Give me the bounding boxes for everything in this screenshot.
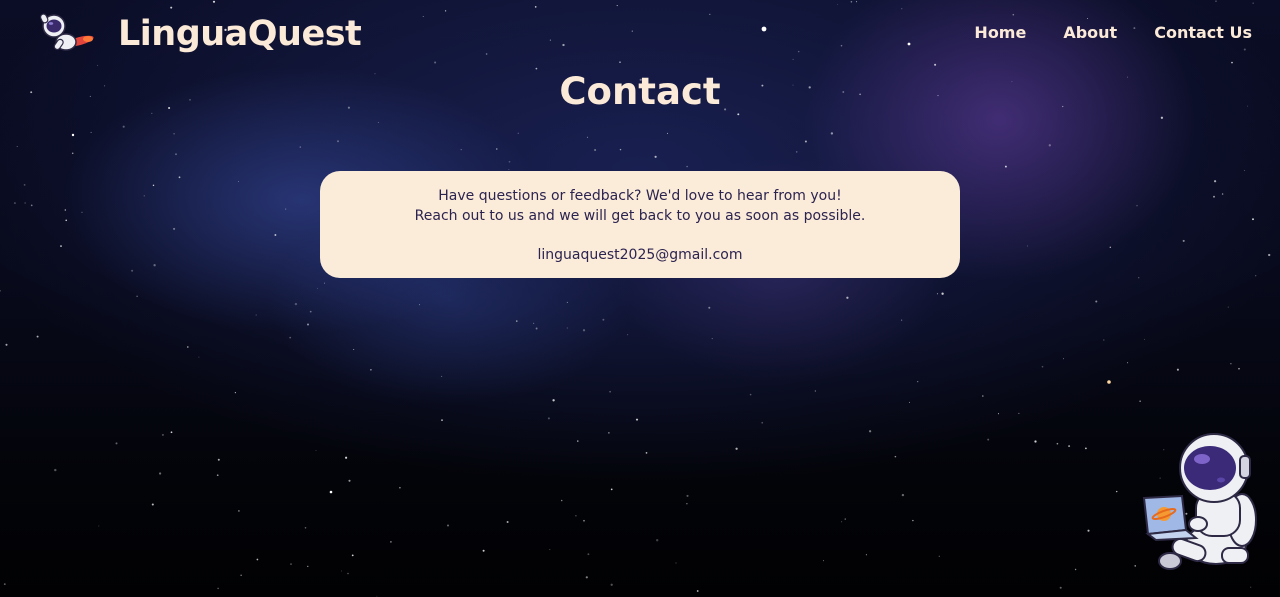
brand-name[interactable]: LinguaQuest <box>118 14 362 54</box>
nav-home-link[interactable]: Home <box>974 23 1026 42</box>
astronaut-rocket-icon <box>39 13 94 51</box>
nav-contact-link[interactable]: Contact Us <box>1154 23 1252 42</box>
page-title: Contact <box>559 70 721 113</box>
contact-card: Have questions or feedback? We'd love to… <box>320 171 960 278</box>
contact-intro-line: Have questions or feedback? We'd love to… <box>438 188 842 204</box>
contact-email[interactable]: linguaquest2025@gmail.com <box>320 245 960 265</box>
nav-about-link[interactable]: About <box>1063 23 1117 42</box>
main-nav: Home About Contact Us <box>974 23 1252 42</box>
astronaut-laptop-icon <box>1142 433 1257 570</box>
contact-followup-line: Reach out to us and we will get back to … <box>414 208 866 224</box>
